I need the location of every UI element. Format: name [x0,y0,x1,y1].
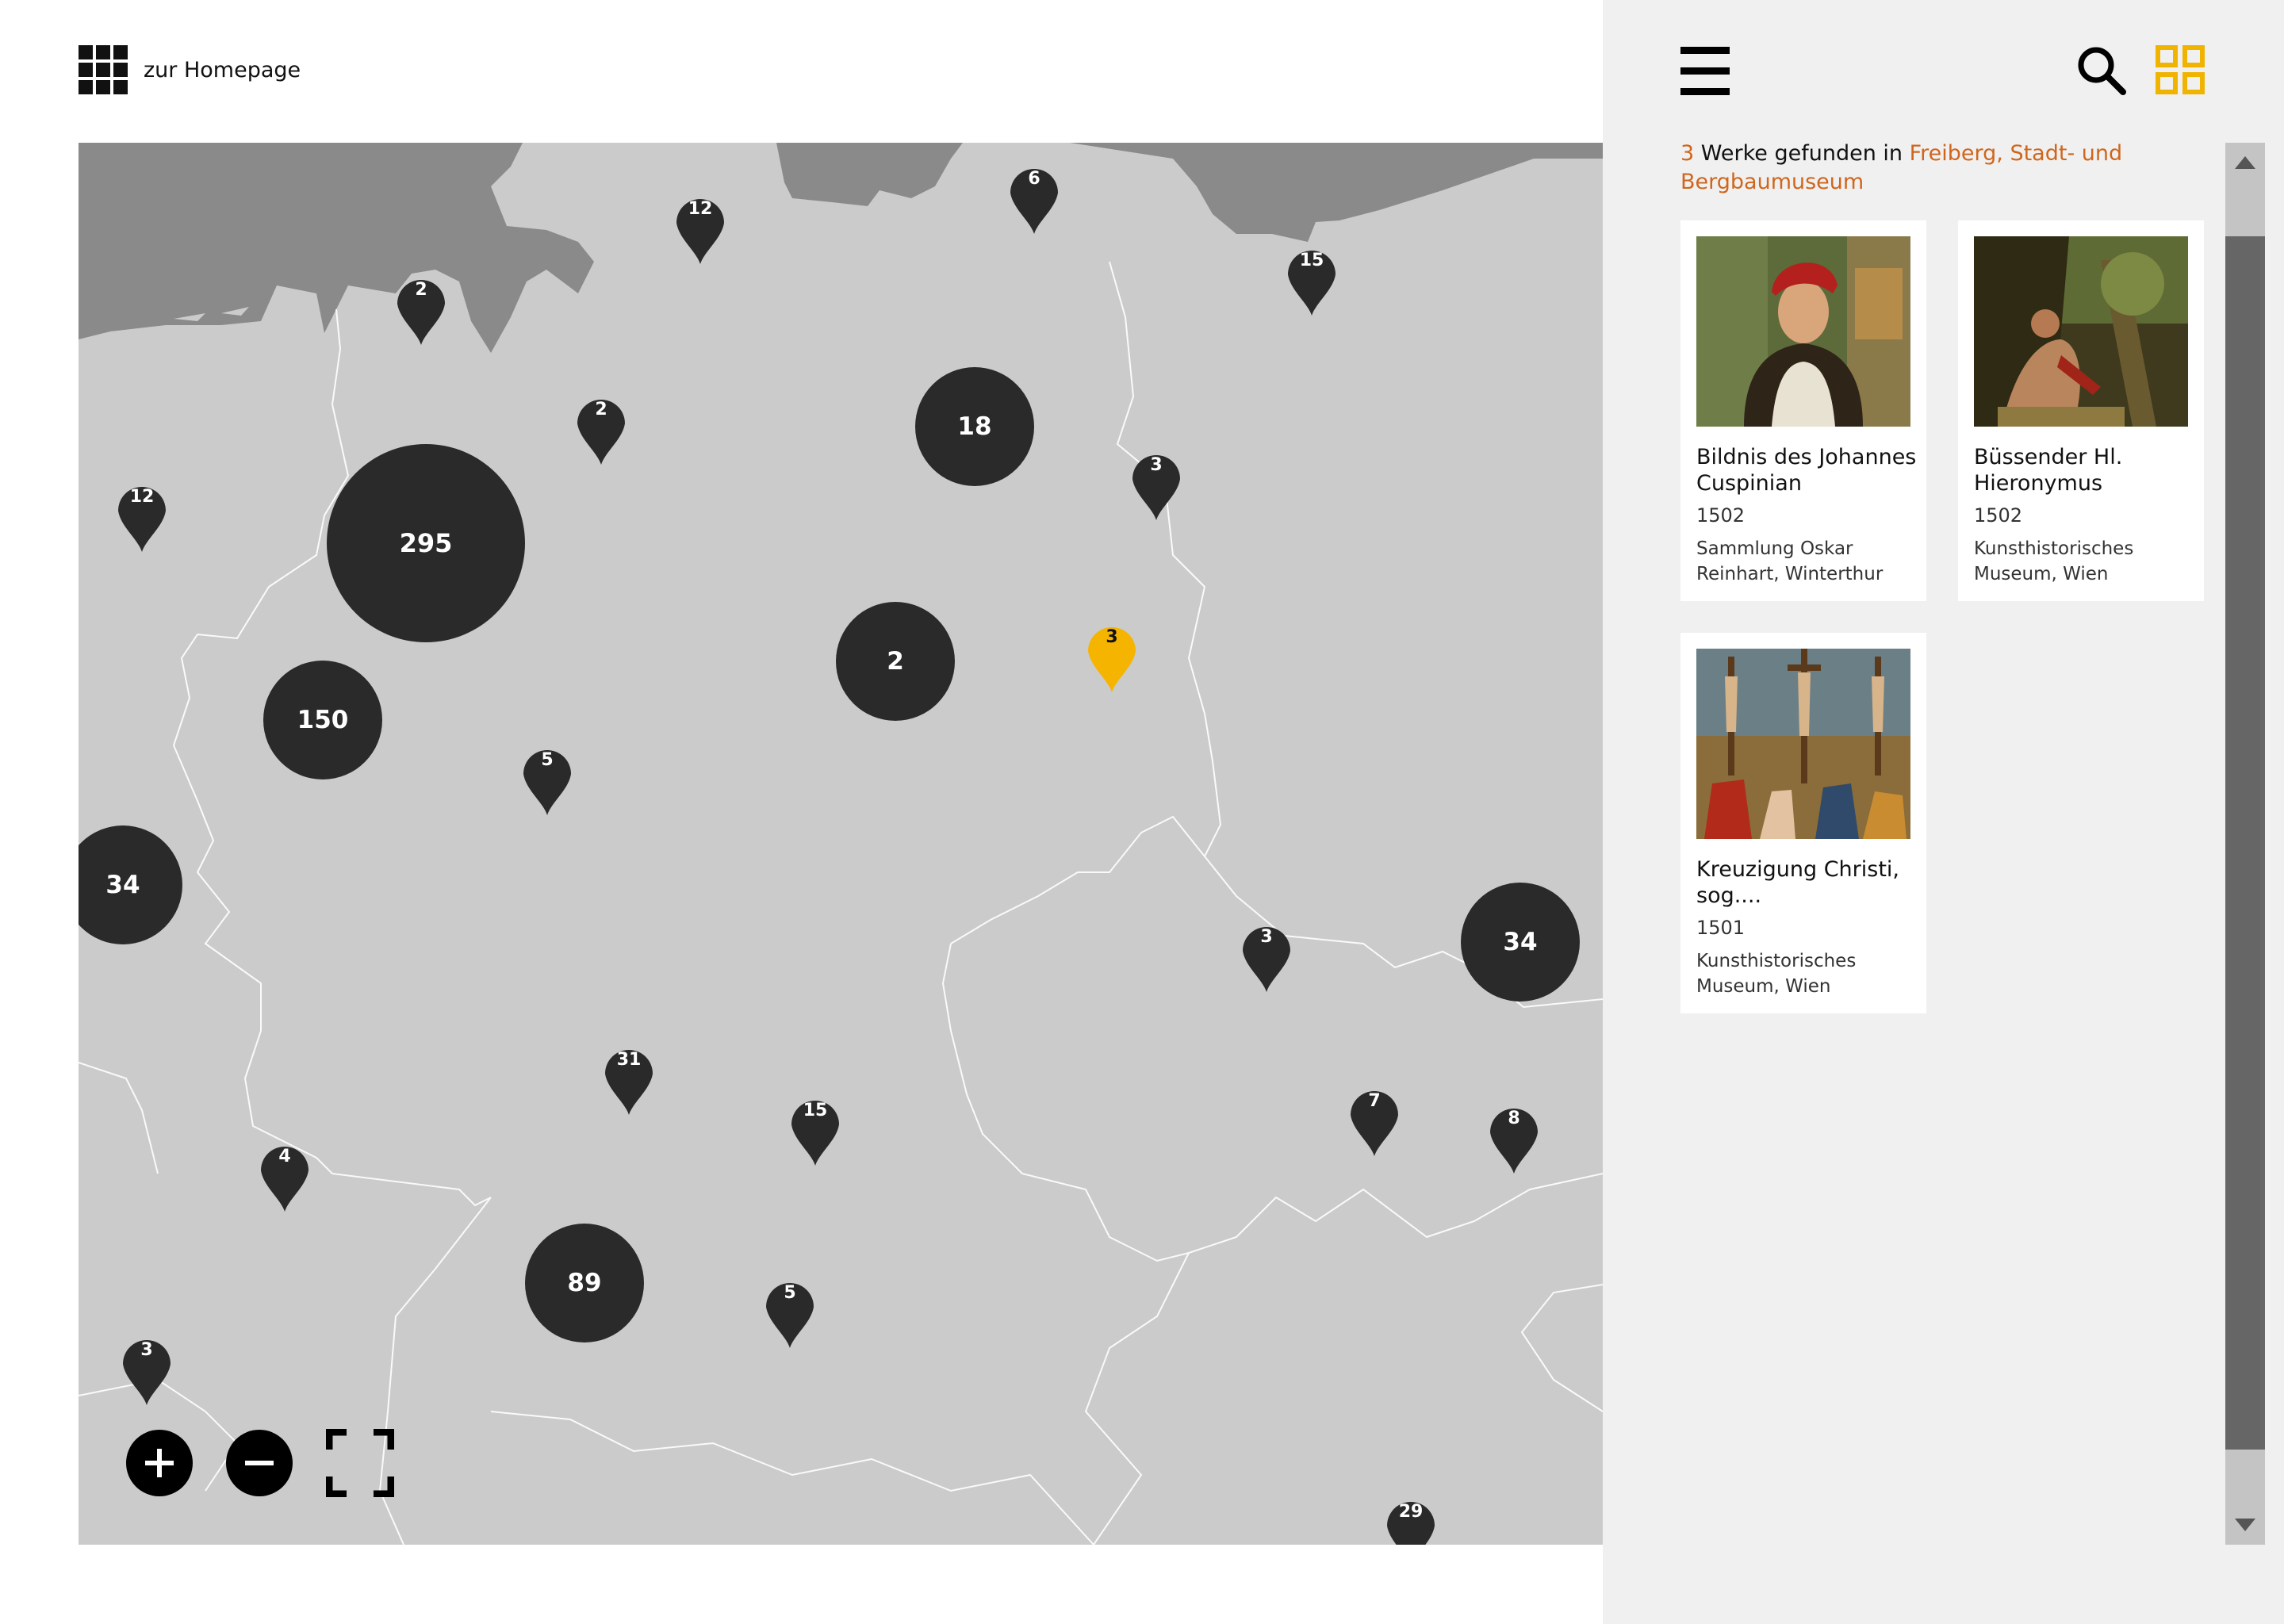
fullscreen-icon [325,1428,395,1498]
map-pin-active[interactable]: 3 [1086,616,1138,694]
map-pin[interactable]: 3 [1130,444,1182,522]
artwork-location: Kunsthistorisches Museum, Wien [1974,538,2134,584]
map-pin[interactable]: 29 [1385,1491,1437,1545]
pin-count: 15 [803,1101,828,1120]
search-icon [2078,47,2126,95]
pin-count: 2 [595,400,607,419]
map-pin[interactable]: 3 [121,1329,173,1407]
grid-view-button[interactable] [2155,44,2207,97]
artwork-title: Bildnis des Johannes Cuspinian [1696,445,1917,496]
artwork-thumbnail [1696,649,1910,839]
grid-view-icon [2156,45,2205,94]
artwork-year: 1502 [1696,504,1746,527]
pin-count: 3 [140,1340,153,1360]
artwork-title: Kreuzigung Christi, sog.... [1696,857,1899,908]
pin-count: 4 [278,1147,291,1166]
pin-count: 6 [1028,169,1040,189]
map-cluster[interactable]: 18 [915,367,1034,486]
cluster-count: 34 [1503,928,1538,956]
pin-count: 2 [415,280,427,300]
cluster-count: 18 [957,412,992,441]
cluster-count: 295 [399,528,453,558]
artwork-card[interactable]: Büssender Hl. Hieronymus 1502 Kunsthisto… [1958,220,2204,601]
map-pin[interactable]: 7 [1348,1080,1401,1158]
map-controls [126,1428,395,1498]
minus-icon [245,1461,274,1465]
map-pin[interactable]: 5 [521,739,573,817]
map-pin[interactable]: 8 [1488,1097,1540,1175]
map-pin[interactable]: 12 [674,188,726,266]
artwork-title: Büssender Hl. Hieronymus [1974,445,2123,496]
artwork-thumbnail [1696,236,1910,427]
pin-count: 3 [1150,455,1163,475]
map-pin[interactable]: 2 [395,269,447,347]
plus-icon [145,1449,174,1477]
triangle-up-icon [2235,156,2255,169]
search-button[interactable] [2075,44,2128,97]
cluster-count: 150 [297,706,349,734]
scroll-up-button[interactable] [2225,143,2265,182]
pin-count: 5 [784,1283,796,1303]
artwork-location: Kunsthistorisches Museum, Wien [1696,951,1857,997]
triangle-down-icon [2235,1519,2255,1531]
artwork-year: 1501 [1696,917,1746,939]
cluster-count: 2 [887,647,904,676]
pin-count: 5 [541,750,554,770]
sidebar-scrollbar[interactable] [2225,143,2265,1545]
map-cluster[interactable]: 2 [836,602,955,721]
pin-count: 7 [1368,1091,1381,1111]
map-pin[interactable]: 6 [1008,158,1060,236]
map-pin[interactable]: 5 [764,1272,816,1350]
home-link-label: zur Homepage [144,57,301,82]
artwork-card[interactable]: Kreuzigung Christi, sog.... 1501 Kunsthi… [1680,633,1926,1013]
result-count: 3 [1680,141,1695,166]
pin-count: 3 [1106,627,1118,647]
pin-count: 3 [1260,927,1273,947]
artwork-year: 1502 [1974,504,2023,527]
artwork-card[interactable]: Bildnis des Johannes Cuspinian 1502 Samm… [1680,220,1926,601]
pin-count: 29 [1398,1502,1424,1522]
map-pin[interactable]: 31 [603,1039,655,1116]
map-pin[interactable]: 2 [575,389,627,466]
menu-button[interactable] [1680,44,1730,97]
pin-count: 15 [1299,251,1324,270]
cluster-count: 34 [105,871,140,899]
map-pin[interactable]: 3 [1240,916,1293,994]
pin-count: 8 [1508,1109,1520,1128]
pin-count: 12 [129,487,155,507]
scroll-down-button[interactable] [2225,1505,2265,1545]
result-text: Werke gefunden in [1694,141,1910,166]
zoom-in-button[interactable] [126,1430,193,1496]
map-pin[interactable]: 12 [116,476,168,553]
map-cluster[interactable]: 150 [263,661,382,779]
map-cluster[interactable]: 34 [1461,883,1580,1002]
map-pin[interactable]: 15 [1286,239,1338,317]
map-background [79,143,1603,1545]
zoom-out-button[interactable] [226,1430,293,1496]
map-pin[interactable]: 15 [789,1090,841,1167]
map-pin[interactable]: 4 [259,1136,311,1213]
map-cluster[interactable]: 295 [327,444,525,642]
artwork-location: Sammlung Oskar Reinhart, Winterthur [1696,538,1884,584]
home-link[interactable]: zur Homepage [79,44,301,96]
result-heading: 3 Werke gefunden in Freiberg, Stadt- und… [1680,140,2156,197]
grid-dots-icon [79,45,128,94]
hamburger-menu-icon [1680,47,1730,54]
fullscreen-button[interactable] [325,1428,395,1498]
pin-count: 12 [688,199,713,219]
results-sidebar: 3 Werke gefunden in Freiberg, Stadt- und… [1603,0,2284,1624]
pin-count: 31 [616,1050,642,1070]
artwork-thumbnail [1974,236,2188,427]
cluster-count: 89 [567,1269,602,1297]
map[interactable]: 295 150 18 2 34 34 89 12 6 15 2 2 12 3 3… [79,143,1603,1545]
scroll-thumb[interactable] [2225,236,2265,1450]
map-cluster[interactable]: 89 [525,1224,644,1342]
